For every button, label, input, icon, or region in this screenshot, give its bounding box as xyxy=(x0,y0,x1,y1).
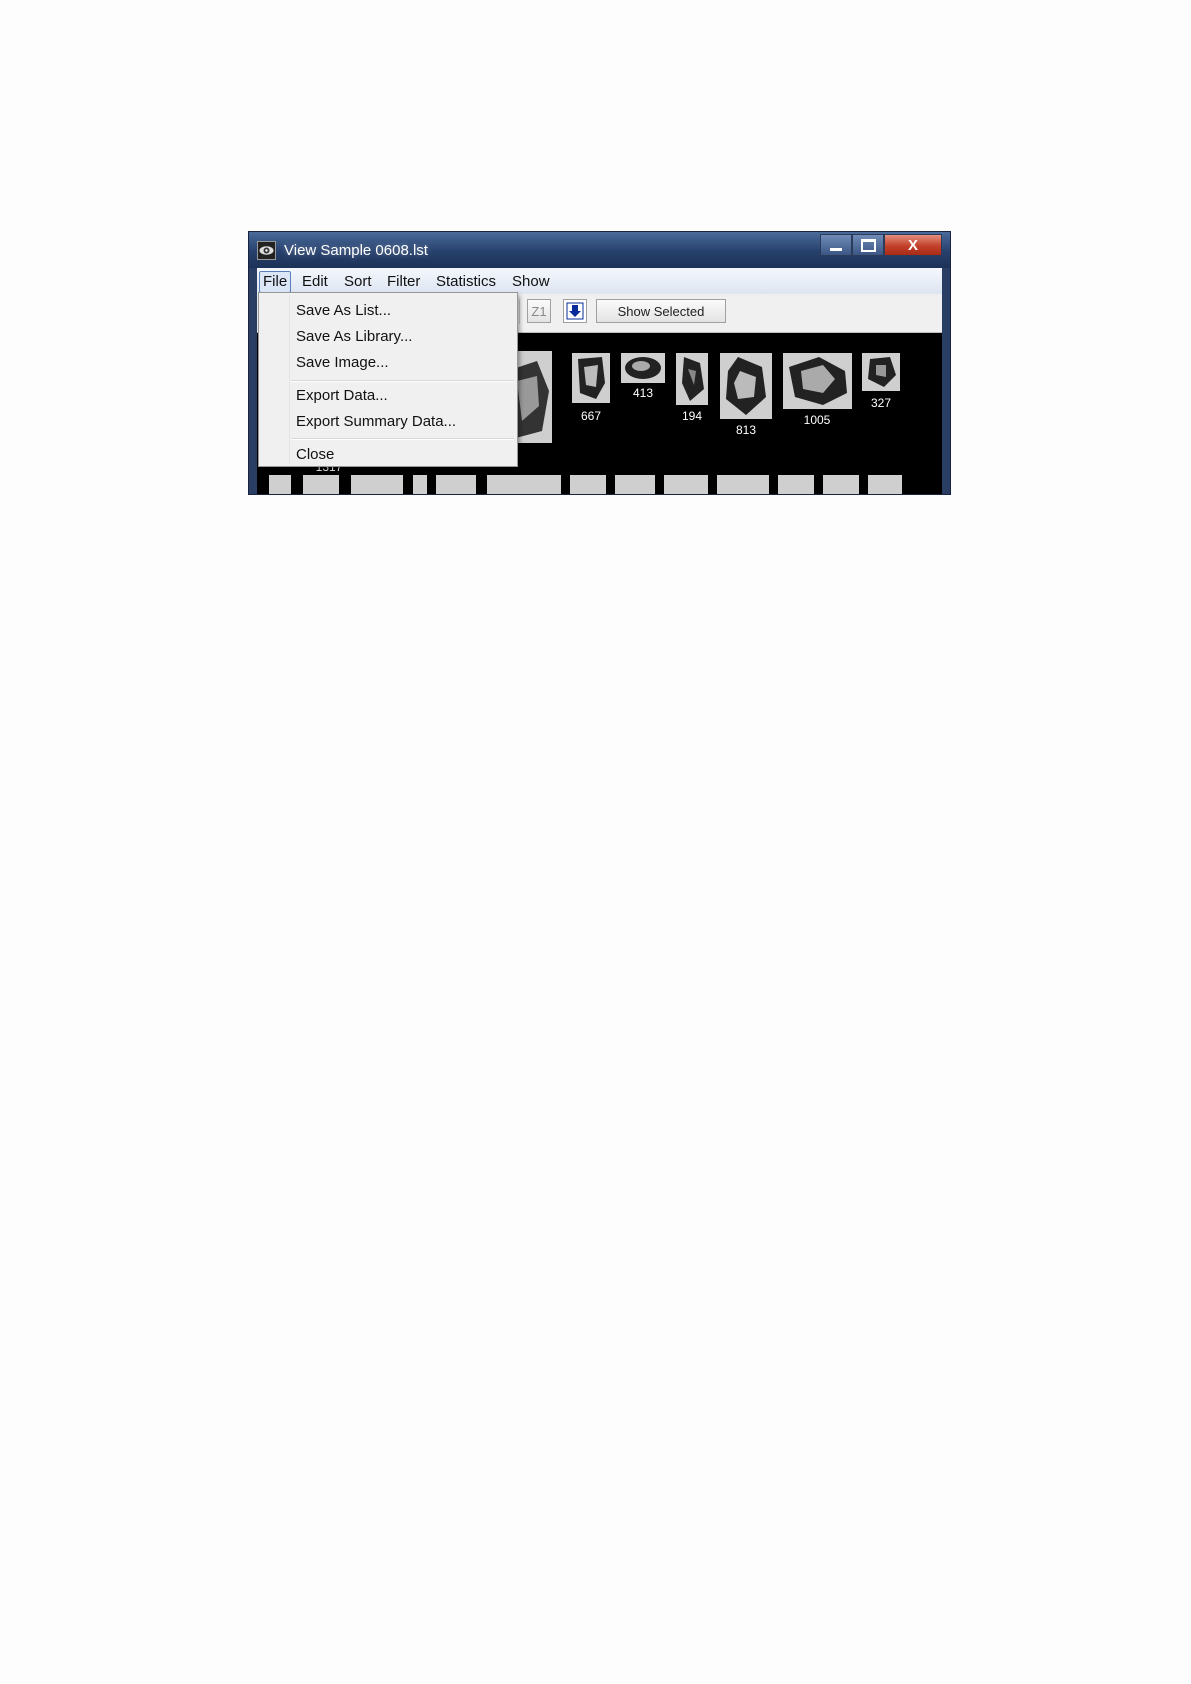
menu-save-image[interactable]: Save Image... xyxy=(296,352,389,374)
particle-thumbnail[interactable] xyxy=(615,475,655,494)
particle-thumbnail[interactable] xyxy=(720,353,772,419)
menu-bar: File Edit Sort Filter Statistics Show xyxy=(257,268,942,295)
file-menu-dropdown: Save As List... Save As Library... Save … xyxy=(258,292,518,467)
app-eye-icon[interactable] xyxy=(257,241,276,260)
window-title: View Sample 0608.lst xyxy=(284,242,428,259)
particle-thumbnail[interactable] xyxy=(783,353,852,409)
menu-sort[interactable]: Sort xyxy=(344,272,372,292)
particle-label: 327 xyxy=(870,396,892,410)
menu-separator xyxy=(291,438,514,440)
maximize-icon xyxy=(860,238,876,252)
menu-export-data[interactable]: Export Data... xyxy=(296,385,388,407)
show-selected-button[interactable]: Show Selected xyxy=(596,299,726,323)
particle-thumbnail[interactable] xyxy=(823,475,859,494)
particle-label: 813 xyxy=(735,423,757,437)
menu-export-summary-data[interactable]: Export Summary Data... xyxy=(296,411,456,433)
particle-thumbnail[interactable] xyxy=(269,475,291,494)
menu-save-as-library[interactable]: Save As Library... xyxy=(296,326,412,348)
particle-thumbnail[interactable] xyxy=(436,475,476,494)
title-bar[interactable]: View Sample 0608.lst X xyxy=(249,232,950,268)
particle-thumbnail[interactable] xyxy=(621,353,665,383)
maximize-button[interactable] xyxy=(852,234,884,256)
particle-thumbnail[interactable] xyxy=(572,353,610,403)
menu-separator xyxy=(291,380,514,382)
particle-label: 194 xyxy=(681,409,703,423)
particle-thumbnail[interactable] xyxy=(303,475,339,494)
close-button[interactable]: X xyxy=(884,234,942,256)
particle-thumbnail[interactable] xyxy=(717,475,769,494)
down-arrow-button[interactable] xyxy=(563,299,587,323)
particle-label: 667 xyxy=(580,409,602,423)
particle-thumbnail[interactable] xyxy=(664,475,708,494)
particle-thumbnail[interactable] xyxy=(778,475,814,494)
particle-thumbnail[interactable] xyxy=(868,475,902,494)
particle-thumbnail[interactable] xyxy=(676,353,708,405)
menu-statistics[interactable]: Statistics xyxy=(436,272,496,292)
particle-thumbnail[interactable] xyxy=(351,475,403,494)
particle-thumbnail[interactable] xyxy=(413,475,427,494)
particle-label: 413 xyxy=(632,386,654,400)
minimize-icon xyxy=(830,247,842,251)
menu-edit[interactable]: Edit xyxy=(302,272,328,292)
menu-close[interactable]: Close xyxy=(296,444,334,466)
menu-file[interactable]: File xyxy=(259,271,292,293)
down-arrow-icon xyxy=(566,302,584,320)
particle-thumbnail[interactable] xyxy=(487,475,561,494)
z1-button[interactable]: Z1 xyxy=(527,299,551,323)
menu-show[interactable]: Show xyxy=(512,272,550,292)
close-icon: X xyxy=(907,236,918,254)
particle-thumbnail[interactable] xyxy=(862,353,900,391)
toolbar-separator xyxy=(519,300,520,324)
minimize-button[interactable] xyxy=(820,234,852,256)
menu-filter[interactable]: Filter xyxy=(387,272,420,292)
menu-save-as-list[interactable]: Save As List... xyxy=(296,300,391,322)
particle-label: 1005 xyxy=(803,413,831,427)
particle-thumbnail[interactable] xyxy=(570,475,606,494)
